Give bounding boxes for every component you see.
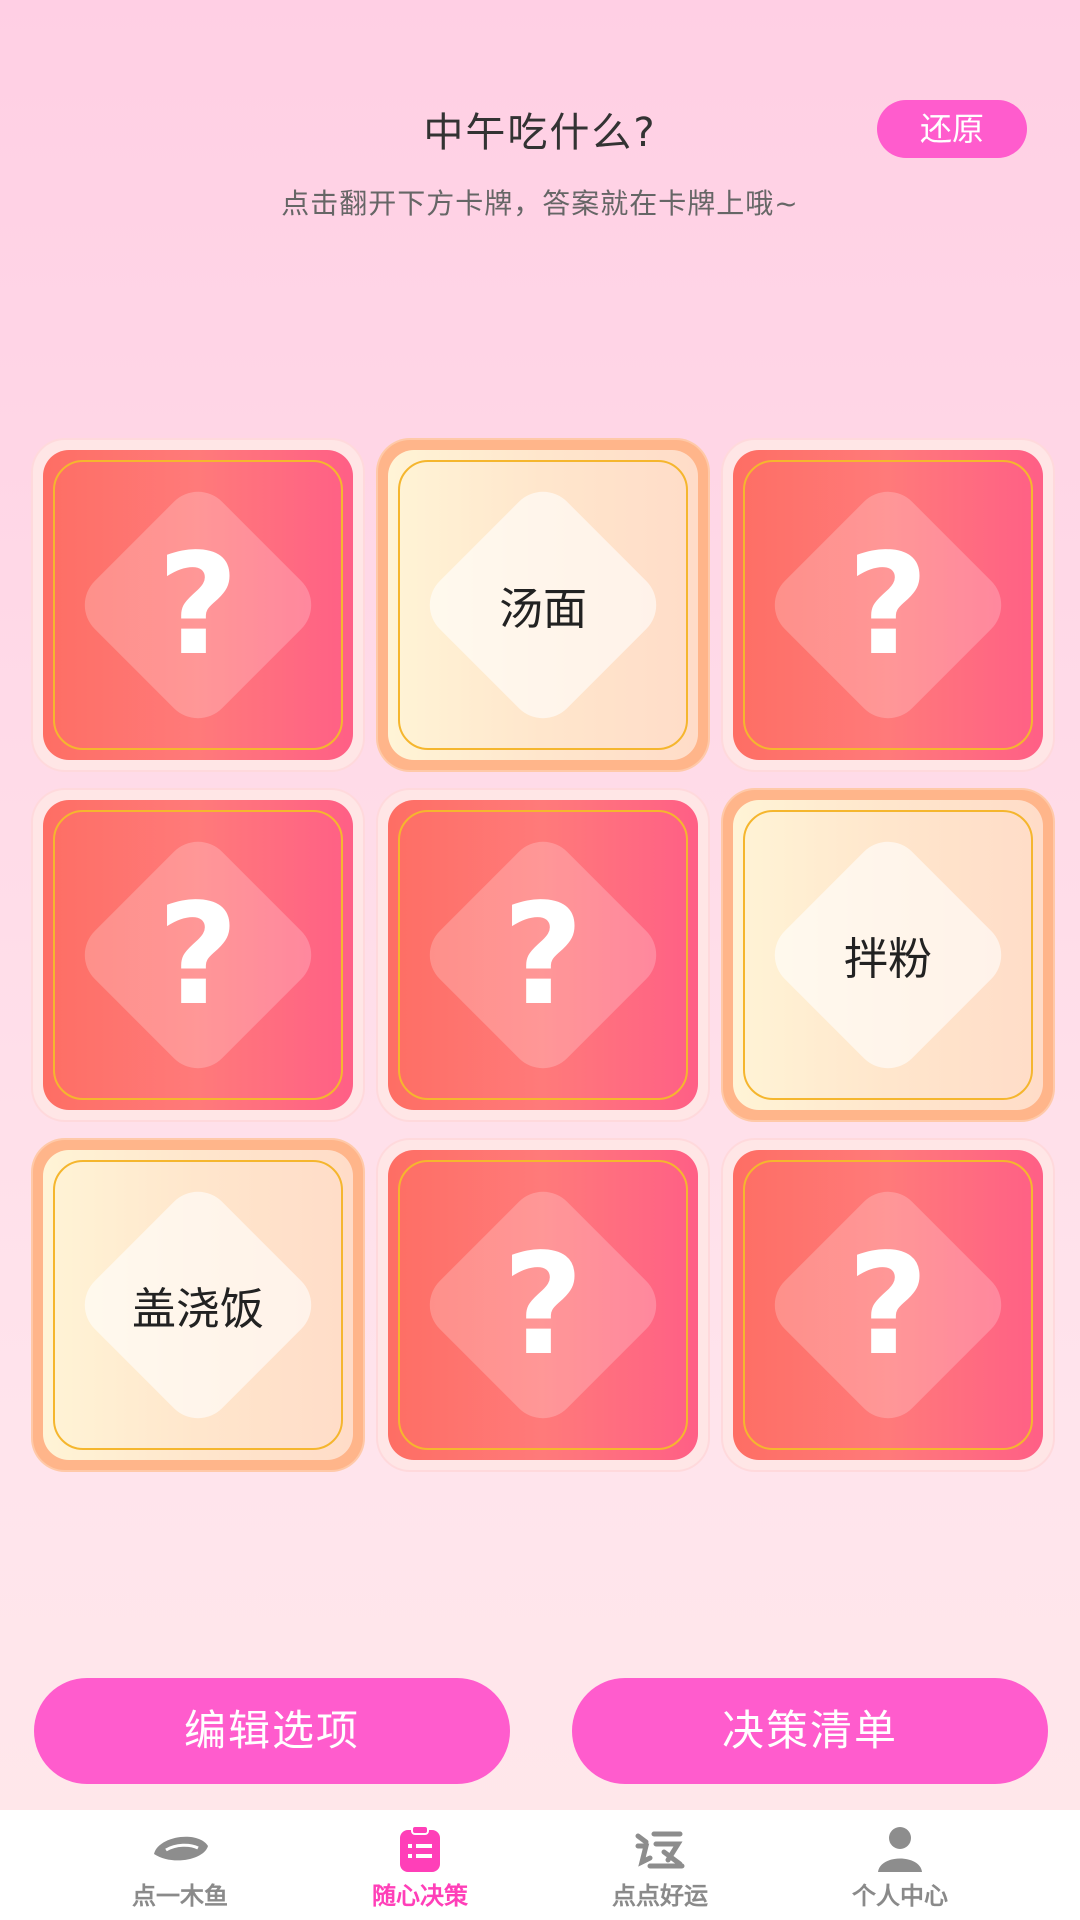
page-subtitle: 点击翻开下方卡牌，答案就在卡牌上哦~: [281, 187, 799, 220]
luck-character-icon: [635, 1831, 685, 1869]
question-mark-icon: ?: [847, 1223, 929, 1387]
card-7[interactable]: 盖浇饭: [33, 1140, 363, 1470]
wooden-fish-icon: [154, 1836, 208, 1861]
tab-label: 个人中心: [852, 1882, 948, 1910]
tab-wooden-fish[interactable]: 点一木鱼: [45, 1810, 315, 1920]
decision-list-button[interactable]: 决策清单: [572, 1678, 1048, 1784]
card-4[interactable]: ?: [33, 790, 363, 1120]
card-answer: 汤面: [499, 584, 587, 635]
header: 中午吃什么? 还原 点击翻开下方卡牌，答案就在卡牌上哦~: [0, 0, 1080, 240]
question-mark-icon: ?: [847, 523, 929, 687]
card-9[interactable]: ?: [723, 1140, 1053, 1470]
person-icon: [878, 1827, 922, 1872]
card-2[interactable]: 汤面: [378, 440, 708, 770]
tab-label: 点点好运: [612, 1882, 708, 1910]
tab-good-luck[interactable]: 点点好运: [525, 1810, 795, 1920]
card-answer: 拌粉: [844, 934, 932, 985]
edit-options-button[interactable]: 编辑选项: [34, 1678, 510, 1784]
question-mark-icon: ?: [502, 1223, 584, 1387]
tab-profile[interactable]: 个人中心: [765, 1810, 1035, 1920]
card-8[interactable]: ?: [378, 1140, 708, 1470]
clipboard-list-icon: [400, 1825, 440, 1872]
bottom-tab-bar: 点一木鱼 随心决策 点点好运 个人中心: [0, 1810, 1080, 1920]
card-6[interactable]: 拌粉: [723, 790, 1053, 1120]
question-mark-icon: ?: [157, 873, 239, 1037]
question-mark-icon: ?: [157, 523, 239, 687]
tab-label: 随心决策: [372, 1882, 468, 1910]
card-grid: ? 汤面 ? ? ? 拌粉 盖浇饭 ? ?: [33, 440, 1053, 1470]
tab-decision[interactable]: 随心决策: [285, 1810, 555, 1920]
card-answer: 盖浇饭: [132, 1284, 264, 1335]
tab-label: 点一木鱼: [132, 1882, 228, 1910]
reset-button[interactable]: 还原: [877, 100, 1027, 158]
card-5[interactable]: ?: [378, 790, 708, 1120]
question-mark-icon: ?: [502, 873, 584, 1037]
card-3[interactable]: ?: [723, 440, 1053, 770]
card-1[interactable]: ?: [33, 440, 363, 770]
